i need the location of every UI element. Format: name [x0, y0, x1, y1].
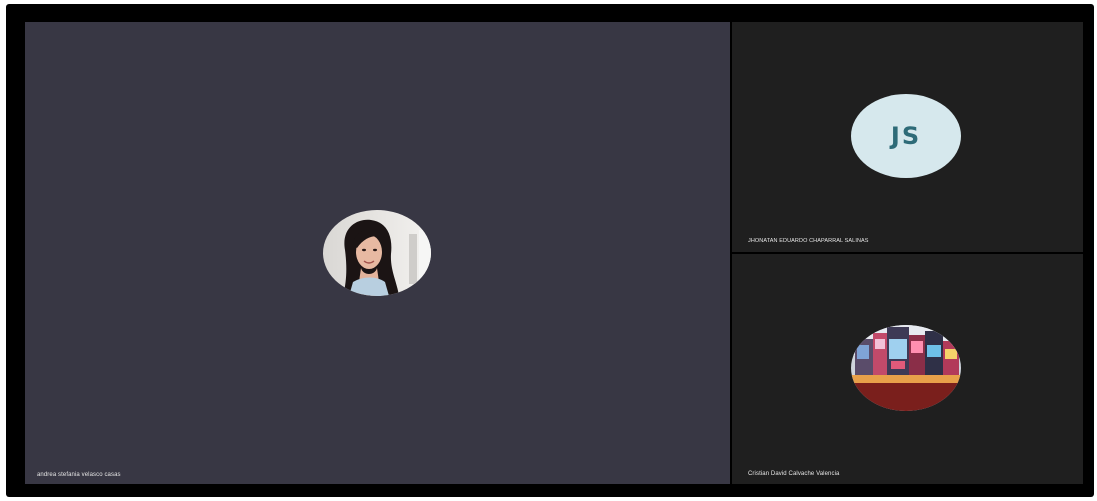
profile-photo-woman-icon — [323, 210, 431, 296]
profile-photo-city-icon — [851, 325, 961, 411]
participant-name-label: Cristian David Calvache Valencia — [748, 471, 840, 477]
participant-tile-side-bottom[interactable]: Cristian David Calvache Valencia — [732, 254, 1083, 484]
participant-tile-side-top[interactable]: JS JHONATAN EDUARDO CHAPARRAL SALINAS — [732, 22, 1083, 252]
participant-name-label: JHONATAN EDUARDO CHAPARRAL SALINAS — [748, 238, 869, 244]
participant-tile-main[interactable]: andrea stefania velasco casas — [25, 22, 730, 484]
participant-name-label: andrea stefania velasco casas — [37, 472, 121, 478]
initials-avatar: JS — [851, 94, 961, 178]
